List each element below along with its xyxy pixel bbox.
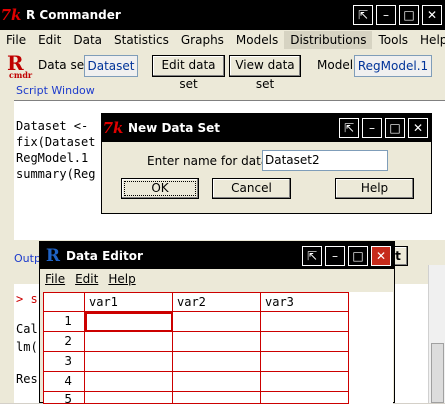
row-number: 1 [43,312,85,332]
data-cell[interactable] [261,312,349,332]
window-title: R Commander [26,8,121,22]
output-line: > s [16,292,38,306]
data-editor-titlebar: R Data Editor ⇱ – □ ✕ [40,242,394,269]
script-line: RegModel.1 [16,151,89,165]
data-editor-window: R Data Editor ⇱ – □ ✕ File Edit Help var… [39,241,395,404]
data-cell[interactable] [85,332,173,352]
menu-models[interactable]: Models [230,31,284,49]
corner-cell [43,292,85,312]
row-number: 4 [43,372,85,392]
minimize-icon[interactable]: – [325,246,345,266]
toolbar: Rcmdr Data set: Dataset Edit data set Vi… [0,51,445,91]
column-header[interactable]: var1 [85,292,173,312]
data-cell[interactable] [173,352,261,372]
row-number: 5 [43,392,85,404]
de-menu-file-label: File [45,272,66,286]
data-cell[interactable] [173,372,261,392]
de-menu-file[interactable]: File [40,272,70,286]
menu-distributions[interactable]: Distributions [284,30,373,49]
new-dataset-dialog: 7k New Data Set ⇱ – □ ✕ Enter name for d… [101,113,432,214]
dialog-title: New Data Set [128,121,221,135]
data-cell[interactable] [85,352,173,372]
menu-edit[interactable]: Edit [32,31,67,49]
minimize-icon[interactable]: – [362,118,382,138]
output-line: Cal [16,322,38,336]
close-icon[interactable]: ✕ [408,118,428,138]
help-button[interactable]: Help [335,178,414,199]
data-cell[interactable] [85,372,173,392]
menu-help[interactable]: Help [414,31,445,49]
menu-statistics[interactable]: Statistics [108,31,175,49]
data-cell[interactable] [261,352,349,372]
script-line: summary(Reg [16,167,96,181]
tk-feather-icon: 7k [102,119,124,137]
de-menu-help-label: Help [108,272,136,286]
ok-button[interactable]: OK [121,178,199,199]
active-model-field[interactable]: RegModel.1 [354,55,432,77]
script-line: Dataset <- [16,119,89,133]
data-grid: var1 var2 var3 1 2 3 4 5 [43,292,393,404]
restore-icon[interactable]: ⇱ [339,118,359,138]
column-header[interactable]: var3 [261,292,349,312]
data-editor-menubar: File Edit Help [40,269,394,289]
menu-graphs[interactable]: Graphs [175,31,230,49]
output-scrollbar[interactable] [428,265,445,403]
close-icon[interactable]: ✕ [371,246,391,266]
data-cell[interactable] [85,392,173,404]
menu-tools[interactable]: Tools [372,31,414,49]
main-menubar: File Edit Data Statistics Graphs Models … [0,30,445,49]
maximize-icon[interactable]: □ [399,5,419,25]
tk-feather-icon: 7k [0,6,22,24]
row-number: 3 [43,352,85,372]
data-cell[interactable] [173,332,261,352]
menu-data[interactable]: Data [67,31,108,49]
data-cell[interactable] [173,392,261,404]
de-menu-help[interactable]: Help [103,272,140,286]
rcmdr-logo: Rcmdr [7,51,33,80]
de-menu-edit-label: Edit [75,272,99,286]
main-titlebar: 7k R Commander ⇱ – □ ✕ [0,0,445,30]
maximize-icon[interactable]: □ [385,118,405,138]
data-cell[interactable] [261,332,349,352]
data-cell[interactable] [261,372,349,392]
cancel-button[interactable]: Cancel [212,178,291,199]
data-cell-selected[interactable] [85,312,173,332]
restore-icon[interactable]: ⇱ [353,5,373,25]
data-cell[interactable] [261,392,349,404]
script-line: fix(Dataset [16,135,96,149]
data-cell[interactable] [173,312,261,332]
de-menu-edit[interactable]: Edit [70,272,103,286]
script-window-label: Script Window [16,84,95,97]
column-header[interactable]: var2 [173,292,261,312]
model-label: Model: [317,58,358,72]
data-editor-title: Data Editor [66,248,143,263]
menu-file[interactable]: File [0,31,32,49]
row-number: 2 [43,332,85,352]
restore-icon[interactable]: ⇱ [302,246,322,266]
r-logo-icon: R [45,245,61,266]
scroll-thumb[interactable] [431,343,444,403]
maximize-icon[interactable]: □ [348,246,368,266]
output-line: lm( [16,340,38,354]
output-line: Res [16,372,38,386]
dialog-titlebar: 7k New Data Set ⇱ – □ ✕ [102,114,431,142]
close-icon[interactable]: ✕ [422,5,442,25]
active-dataset-field[interactable]: Dataset [84,55,138,77]
view-dataset-button[interactable]: View data set [229,55,301,91]
output-window-label: Outp [14,252,41,265]
minimize-icon[interactable]: – [376,5,396,25]
edit-dataset-button[interactable]: Edit data set [152,55,225,91]
dataset-name-input[interactable]: Dataset2 [262,150,388,171]
